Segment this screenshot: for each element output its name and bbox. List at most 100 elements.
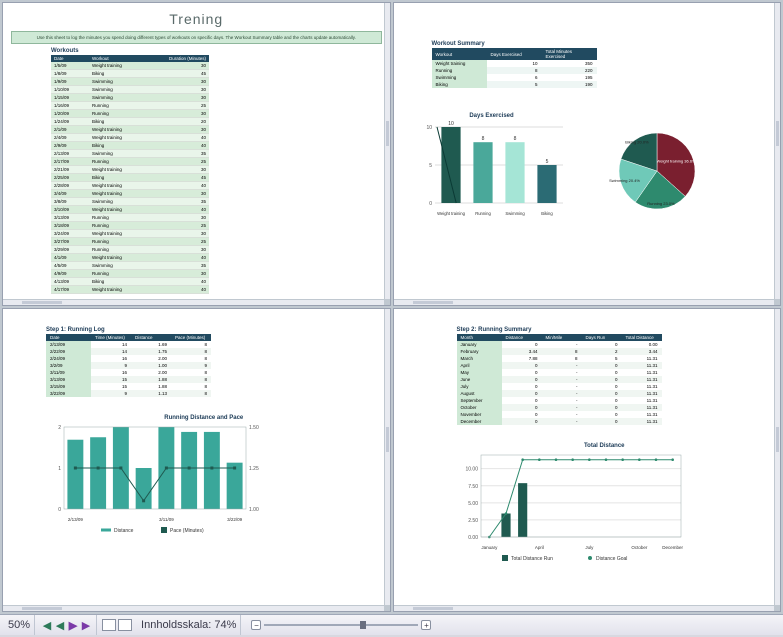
table-row[interactable]: 3/18/09Running25 [51,222,209,230]
table-row[interactable]: May0-011.31 [457,369,662,376]
table-row[interactable]: 3/10/09Weight training40 [51,206,209,214]
table-row[interactable]: 2/22/09141.758 [46,348,211,355]
table-row[interactable]: 2/13/09141.698 [46,341,211,348]
table-row[interactable]: 3/8/09Swimming35 [51,198,209,206]
bar-chart-svg: 051010Weight training8Running8Swimming5B… [417,121,567,221]
table-row[interactable]: Weight training10350 [432,60,597,67]
scrollbar-horizontal[interactable] [3,299,384,305]
pane-running-log[interactable]: Step 1: Running Log Date Time (Minutes) … [2,308,391,612]
table-row[interactable]: 1/5/09Weight training30 [51,62,209,70]
nav-first-icon[interactable]: ◀ [41,618,53,632]
col-minutes: Total Minutes Exercised [542,48,597,60]
table-row[interactable]: 4/9/09Running30 [51,270,209,278]
table-row[interactable]: 3/13/09151.888 [46,376,211,383]
table-row[interactable]: 1/10/09Swimming30 [51,86,209,94]
svg-text:7.50: 7.50 [468,484,478,490]
table-row[interactable]: 4/17/09Weight training40 [51,286,209,294]
table-row[interactable]: 2/25/09Biking45 [51,174,209,182]
zoom-out-icon[interactable]: − [251,620,261,630]
scrollbar-horizontal[interactable] [394,299,775,305]
table-row[interactable]: July0-011.31 [457,383,662,390]
table-row[interactable]: 3/2/0991.009 [46,362,211,369]
nav-next-icon[interactable]: ▶ [67,618,79,632]
col-date: Date [51,55,89,62]
svg-text:Total Distance Run: Total Distance Run [511,556,553,561]
table-row[interactable]: March7.888511.31 [457,355,662,362]
view-mode-2-icon[interactable] [118,619,132,631]
table-row[interactable]: 3/24/09Weight training30 [51,230,209,238]
table-row[interactable]: 3/15/09151.888 [46,383,211,390]
table-row[interactable]: Swimming6195 [432,74,597,81]
page-title: Trening [11,11,382,27]
table-row[interactable]: 3/13/09Running30 [51,214,209,222]
table-row[interactable]: 1/15/09Swimming30 [51,94,209,102]
col-minmile: Min/Mile [542,334,582,341]
table-row[interactable]: Biking5190 [432,81,597,88]
total-distance-chart-svg: 0.002.505.007.5010.00JanuaryAprilJulyOct… [457,451,687,561]
table-row[interactable]: August0-011.31 [457,390,662,397]
section-summary: Workout Summary [432,41,773,47]
table-row[interactable]: December0-011.31 [457,418,662,425]
table-row[interactable]: 2/13/09Swimming35 [51,150,209,158]
zoom-in-icon[interactable]: + [421,620,431,630]
table-row[interactable]: 2/1/09Weight training30 [51,126,209,134]
zoom-slider[interactable]: − + [251,620,431,630]
table-row[interactable]: October0-011.31 [457,404,662,411]
summary-table[interactable]: Workout Days Exercised Total Minutes Exe… [432,48,597,88]
table-row[interactable]: 1/16/09Running25 [51,102,209,110]
svg-text:December: December [662,545,683,550]
table-row[interactable]: February3.44823.44 [457,348,662,355]
scrollbar-vertical[interactable] [774,3,780,299]
running-log-table[interactable]: Date Time (Minutes) Distance Pace (Minut… [46,334,211,397]
svg-text:2/13/09: 2/13/09 [68,517,84,522]
pane-running-summary[interactable]: Step 2: Running Summary Month Distance M… [393,308,782,612]
scrollbar-horizontal[interactable] [3,605,384,611]
zoom-thumb[interactable] [360,621,366,629]
col-days: Days Exercised [487,48,542,60]
scrollbar-vertical[interactable] [384,3,390,299]
table-row[interactable]: 4/13/09Biking40 [51,278,209,286]
table-row[interactable]: 1/9/09Swimming30 [51,78,209,86]
table-row[interactable]: 2/24/09162.008 [46,355,211,362]
table-row[interactable]: 4/5/09Swimming35 [51,262,209,270]
svg-text:1: 1 [58,466,61,472]
table-row[interactable]: September0-011.31 [457,397,662,404]
table-row[interactable]: 2/28/09Weight training40 [51,182,209,190]
table-row[interactable]: November0-011.31 [457,411,662,418]
table-row[interactable]: 4/1/09Weight training40 [51,254,209,262]
scrollbar-vertical[interactable] [384,309,390,605]
table-row[interactable]: 1/24/09Biking20 [51,118,209,126]
svg-text:Swimming 20.4%: Swimming 20.4% [609,178,640,183]
table-row[interactable]: 3/4/09Weight training30 [51,190,209,198]
table-row[interactable]: 2/21/09Weight training30 [51,166,209,174]
table-row[interactable]: 3/27/09Running25 [51,238,209,246]
table-row[interactable]: 3/22/0991.138 [46,390,211,397]
table-row[interactable]: 2/9/09Biking40 [51,142,209,150]
table-row[interactable]: January0-00.00 [457,341,662,348]
svg-text:3/22/09: 3/22/09 [227,517,243,522]
pane-workouts-log[interactable]: Trening Use this sheet to log the minute… [2,2,391,306]
table-row[interactable]: April0-011.31 [457,362,662,369]
workout-table[interactable]: Date Workout Duration (Minutes) 1/5/09We… [51,55,209,294]
svg-text:Distance: Distance [114,528,134,533]
svg-text:2: 2 [58,425,61,431]
running-summary-table[interactable]: Month Distance Min/Mile Days Run Total D… [457,334,662,425]
table-row[interactable]: 3/29/09Running30 [51,246,209,254]
table-row[interactable]: 2/17/09Running25 [51,158,209,166]
svg-text:0.00: 0.00 [468,535,478,541]
table-row[interactable]: Running8220 [432,67,597,74]
table-row[interactable]: 1/8/09Biking45 [51,70,209,78]
pane-workout-summary[interactable]: Workout Summary Workout Days Exercised T… [393,2,782,306]
col-total: Total Distance [622,334,662,341]
view-mode-1-icon[interactable] [102,619,116,631]
table-row[interactable]: 1/20/09Running30 [51,110,209,118]
zoom-track[interactable] [264,624,418,626]
nav-last-icon[interactable]: ▶ [80,618,92,632]
scrollbar-vertical[interactable] [774,309,780,605]
table-row[interactable]: 2/4/09Weight training40 [51,134,209,142]
nav-prev-icon[interactable]: ◀ [54,618,66,632]
table-row[interactable]: 3/11/09162.008 [46,369,211,376]
scrollbar-horizontal[interactable] [394,605,775,611]
table-row[interactable]: June0-011.31 [457,376,662,383]
svg-text:10.00: 10.00 [465,467,478,473]
